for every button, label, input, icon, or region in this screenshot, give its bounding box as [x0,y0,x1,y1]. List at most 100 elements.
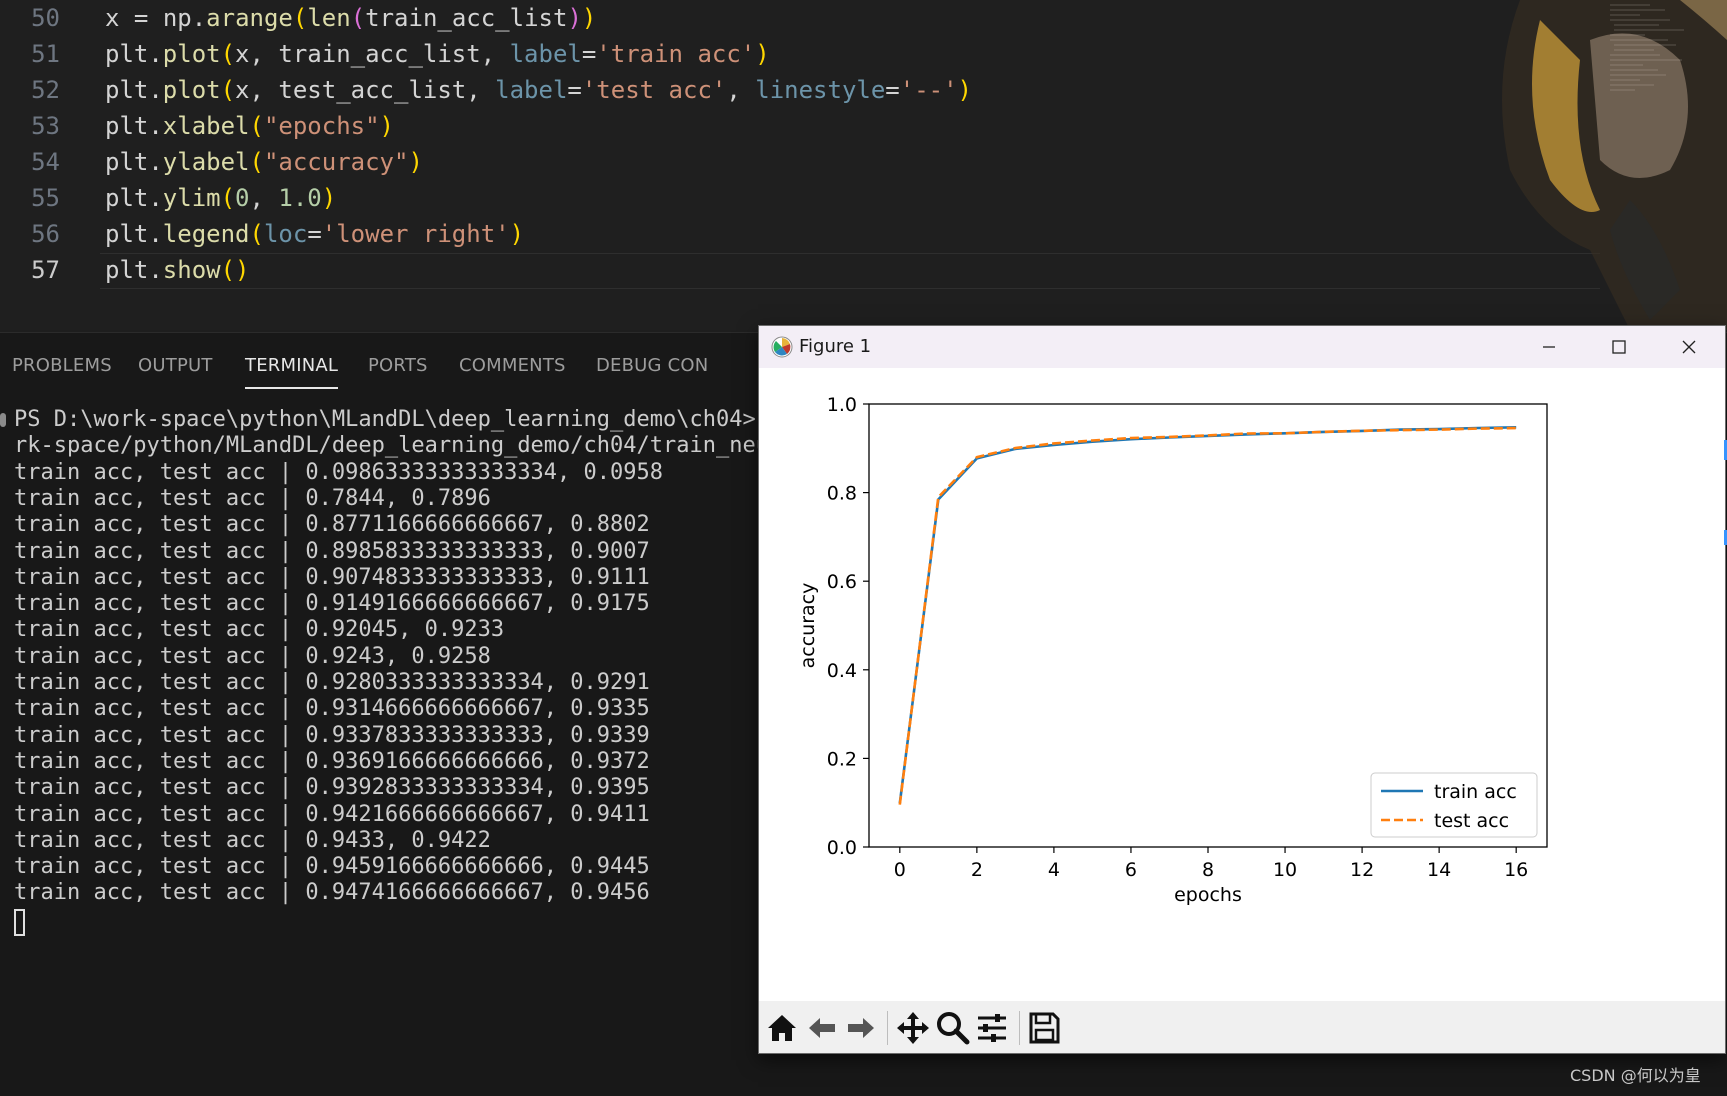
y-tick-label: 0.2 [827,748,857,770]
x-tick-label: 14 [1427,859,1451,881]
y-tick-label: 0.6 [827,571,857,593]
terminal-output-line: train acc, test acc | 0.9243, 0.9258 [14,643,491,669]
tab-comments[interactable]: COMMENTS [459,355,566,376]
code-token: = [567,76,582,104]
configure-subplots-icon[interactable] [973,1009,1011,1047]
code-token: ) [321,184,337,212]
code-text: x = np.arange(len(train_acc_list)) [105,0,596,36]
matplotlib-logo-icon [771,336,793,358]
matplotlib-figure-window[interactable]: Figure 1 0 2 4 6 8 10 12 14 16 0.0 0.2 0.4 0.6 0.8 1.0… [758,325,1726,1054]
terminal-cursor [14,908,25,936]
legend-entry-test-acc: test acc [1434,810,1509,832]
code-token: legend [162,220,250,248]
code-token: 'train acc' [596,40,756,68]
code-text: plt.ylabel("accuracy") [105,144,423,180]
code-token: , [249,184,279,212]
toolbar-separator [1019,1011,1020,1045]
line-number: 52 [31,76,60,104]
window-title: Figure 1 [799,336,872,357]
code-token: 'lower right' [321,220,510,248]
code-text: plt.legend(loc='lower right') [105,216,524,252]
legend-entry-train-acc: train acc [1434,781,1517,803]
zoom-icon[interactable] [934,1009,972,1047]
tab-ports[interactable]: PORTS [368,355,428,376]
code-token: len [307,4,351,32]
code-token: plt. [105,220,163,248]
code-token: ) [755,40,770,68]
terminal-output-line: train acc, test acc | 0.9314666666666667… [14,696,650,722]
code-token: np. [162,4,207,32]
minimize-button[interactable] [1514,326,1584,368]
code-token: x, test_acc_list, [235,76,496,104]
code-token: x [105,4,134,32]
terminal-output[interactable]: PS D:\work-space\python\MLandDL\deep_lea… [0,405,760,965]
code-token: linestyle [755,76,886,104]
panel-tabs: PROBLEMS OUTPUT TERMINAL PORTS COMMENTS DEBUG… [0,333,760,395]
anime-character-decoration [1502,0,1727,330]
x-tick-label: 2 [971,859,983,881]
code-token: plt. [105,148,163,176]
code-token: ( [249,148,264,176]
code-token: ( [249,220,264,248]
code-text: plt.plot(x, train_acc_list, label='train… [105,36,770,72]
x-tick-label: 12 [1350,859,1374,881]
plot-canvas[interactable]: 0 2 4 6 8 10 12 14 16 0.0 0.2 0.4 0.6 0.8 1.0 epochs acc… [759,368,1725,988]
forward-arrow-icon[interactable] [842,1009,880,1047]
navigation-toolbar [759,1001,1725,1053]
code-token: label [495,76,568,104]
y-tick-label: 0.8 [827,483,857,505]
y-tick-label: 0.4 [827,660,857,682]
maximize-button[interactable] [1584,326,1654,368]
code-token: = [581,40,597,68]
pan-icon[interactable] [894,1009,932,1047]
code-token: ) [509,220,525,248]
code-token: = [885,76,900,104]
code-text: plt.plot(x, test_acc_list, label='test a… [105,72,972,108]
code-token: ylim [162,184,221,212]
terminal-output-line: train acc, test acc | 0.9459166666666666… [14,854,650,880]
tab-output[interactable]: OUTPUT [138,355,213,376]
y-tick-label: 0.0 [827,837,857,859]
code-token: ) [408,148,423,176]
line-number: 57 [31,256,60,284]
code-token: 'test acc' [581,76,727,104]
code-token: ylabel [162,148,250,176]
code-token: ( [220,184,236,212]
code-token: ( [220,76,236,104]
tab-debug-con[interactable]: DEBUG CON [596,355,708,376]
code-token: () [220,256,250,284]
terminal-output-line: train acc, test acc | 0.0986333333333333… [14,459,664,485]
home-icon[interactable] [763,1009,801,1047]
code-token: x, train_acc_list, [235,40,510,68]
code-token: 0 [235,184,250,212]
current-line-highlight [100,253,1600,289]
terminal-output-line: train acc, test acc | 0.9392833333333334… [14,775,650,801]
x-tick-label: 10 [1273,859,1297,881]
code-token: show [162,256,221,284]
terminal-output-line: train acc, test acc | 0.9074833333333333… [14,564,650,590]
tab-problems[interactable]: PROBLEMS [12,355,112,376]
code-token: plt. [105,112,163,140]
terminal-output-line: train acc, test acc | 0.92045, 0.9233 [14,617,505,643]
save-icon[interactable] [1025,1009,1063,1047]
code-token: ( [292,4,308,32]
close-button[interactable] [1654,326,1724,368]
code-token: "epochs" [263,112,380,140]
code-token: ( [350,4,366,32]
terminal-command-line: rk-space/python/MLandDL/deep_learning_de… [14,433,760,459]
code-text: plt.xlabel("epochs") [105,108,394,144]
code-token: label [509,40,582,68]
code-token: ) [581,4,597,32]
terminal-output-line: train acc, test acc | 0.9421666666666667… [14,801,650,827]
code-token: plt. [105,76,163,104]
code-editor[interactable]: 50 x = np.arange(len(train_acc_list)) 51 pl… [0,0,1727,330]
tab-terminal[interactable]: TERMINAL [245,355,339,389]
code-token: train_acc_list [365,4,568,32]
code-token: = [307,220,322,248]
window-titlebar[interactable]: Figure 1 [759,326,1725,368]
x-tick-label: 6 [1125,859,1137,881]
back-arrow-icon[interactable] [803,1009,841,1047]
terminal-output-line: train acc, test acc | 0.9474166666666667… [14,880,650,906]
terminal-output-line: train acc, test acc | 0.8985833333333333… [14,538,650,564]
code-text: plt.ylim(0, 1.0) [105,180,336,216]
